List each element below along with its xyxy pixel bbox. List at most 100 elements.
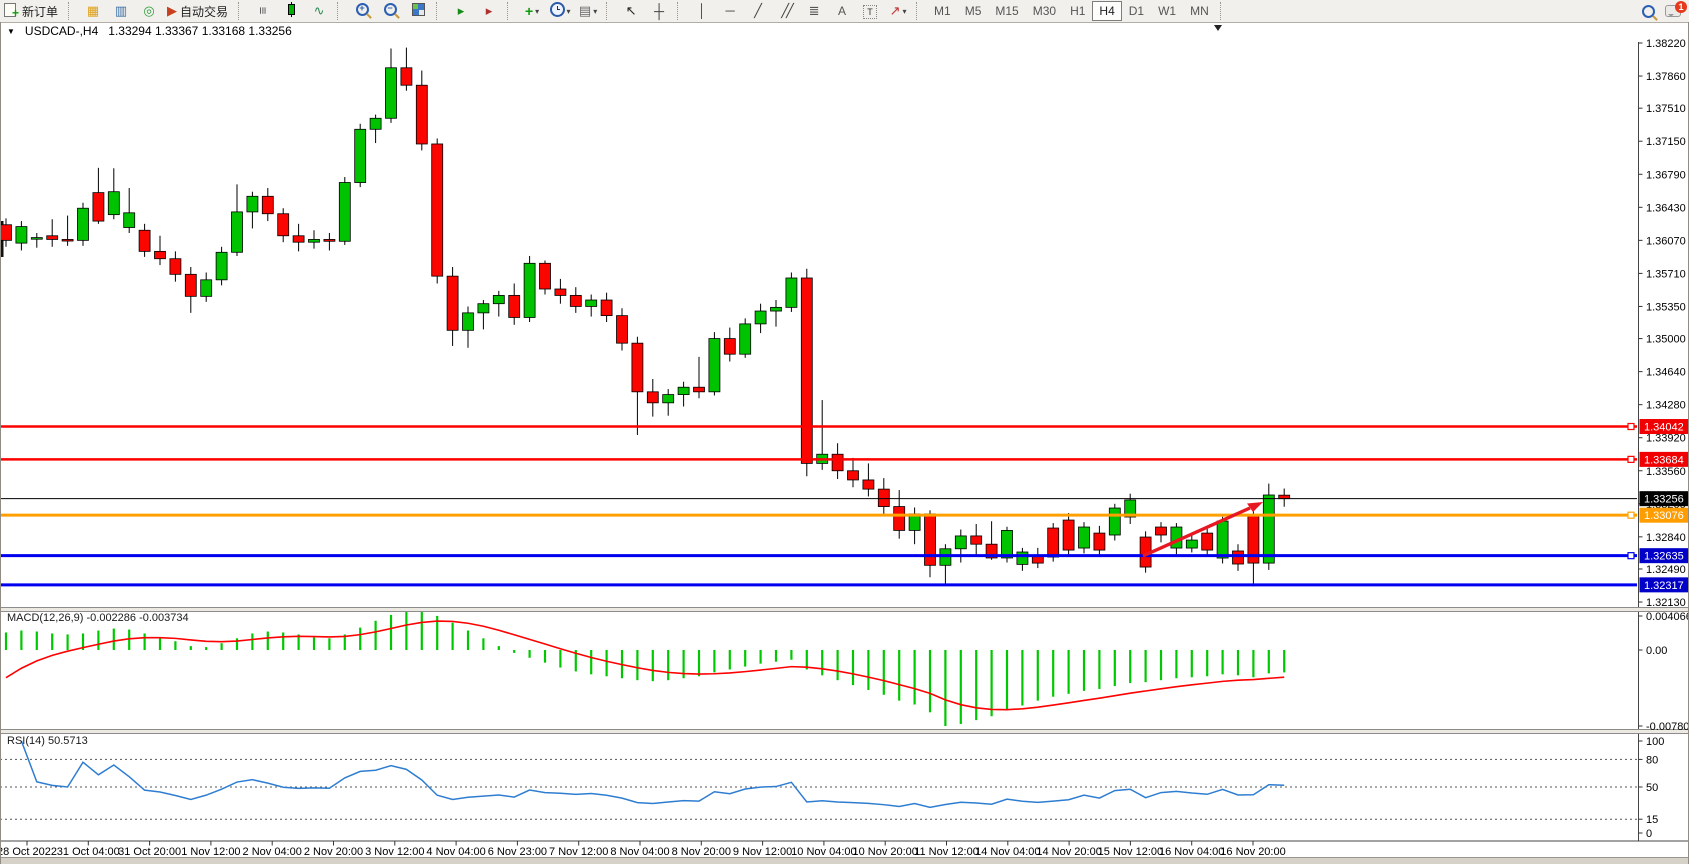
auto-trading-icon: ▶ (167, 4, 177, 18)
candle-chart-icon (288, 4, 295, 18)
candlestick-chart-button[interactable] (277, 0, 305, 22)
periods-icon (550, 2, 565, 20)
toolbar-separator (606, 2, 614, 20)
svg-text:1.35000: 1.35000 (1646, 334, 1686, 346)
svg-text:16 Nov 20:00: 16 Nov 20:00 (1220, 846, 1285, 858)
price-chart-canvas[interactable]: 1.382201.378601.375101.371501.367901.364… (0, 22, 1689, 864)
toolbar-separator (436, 2, 444, 20)
svg-text:31 Oct 20:00: 31 Oct 20:00 (118, 846, 181, 858)
navigator-icon: ◎ (143, 4, 154, 18)
horizontal-lines-layer (0, 424, 1637, 585)
data-window-button[interactable]: ▥ (107, 0, 135, 22)
timeframe-M15-button[interactable]: M15 (988, 1, 1025, 21)
zoom-out-button[interactable]: − (376, 0, 404, 22)
new-order-button[interactable]: +新订单 (0, 0, 64, 22)
svg-text:10 Nov 04:00: 10 Nov 04:00 (791, 846, 856, 858)
toolbar-button-label: 新订单 (22, 3, 58, 20)
svg-text:1.33256: 1.33256 (1644, 494, 1684, 506)
chevron-down-icon: ▾ (593, 7, 597, 16)
chart-title-bar[interactable]: ▼ USDCAD-,H4 1.33294 1.33367 1.33168 1.3… (7, 24, 292, 38)
chevron-down-icon: ▾ (902, 7, 906, 16)
chart-shift-icon: ▸ (486, 4, 493, 18)
text-button[interactable]: A (828, 0, 856, 22)
auto-trading-button[interactable]: ▶自动交易 (163, 0, 234, 22)
crosshair-button[interactable]: ┼ (645, 0, 673, 22)
horizontal-line-button[interactable]: ─ (716, 0, 744, 22)
mt4-application-window: { "toolbar": { "items": [ {"icon":"new-o… (0, 0, 1689, 864)
time-axis: 28 Oct 202231 Oct 04:0031 Oct 20:001 Nov… (0, 841, 1286, 858)
svg-text:7 Nov 12:00: 7 Nov 12:00 (549, 846, 608, 858)
svg-text:1.36790: 1.36790 (1646, 169, 1686, 181)
svg-text:6 Nov 23:00: 6 Nov 23:00 (488, 846, 547, 858)
macd-pane (6, 611, 1284, 726)
navigator-button[interactable]: ◎ (135, 0, 163, 22)
svg-text:8 Nov 20:00: 8 Nov 20:00 (672, 846, 731, 858)
rsi-indicator-label: RSI(14) 50.5713 (7, 735, 88, 747)
timeframe-W1-button[interactable]: W1 (1151, 1, 1183, 21)
svg-text:1.32490: 1.32490 (1646, 564, 1686, 576)
svg-text:0.004066: 0.004066 (1646, 611, 1689, 623)
line-chart-button[interactable]: ∿ (305, 0, 333, 22)
toolbar-separator (507, 2, 515, 20)
chart-ohlc-readout: 1.33294 1.33367 1.33168 1.33256 (108, 24, 292, 38)
zoom-in-icon: + (356, 3, 369, 19)
macd-signal-line (6, 621, 1284, 710)
trendline-button[interactable]: ╱ (744, 0, 772, 22)
arrows-button[interactable]: ↗▾ (884, 0, 912, 22)
svg-text:16 Nov 04:00: 16 Nov 04:00 (1159, 846, 1224, 858)
svg-text:1.38220: 1.38220 (1646, 38, 1686, 50)
macd-values: -0.002286 -0.003734 (86, 612, 188, 624)
cursor-button[interactable]: ↖ (617, 0, 645, 22)
timeframe-H1-button[interactable]: H1 (1063, 1, 1092, 21)
market-watch-button[interactable]: ▦ (79, 0, 107, 22)
vline-icon: │ (698, 4, 706, 18)
arrows-icon: ↗ (890, 4, 901, 18)
timeframe-M30-button[interactable]: M30 (1026, 1, 1063, 21)
timeframe-M1-button[interactable]: M1 (927, 1, 958, 21)
svg-text:1.33684: 1.33684 (1644, 454, 1684, 466)
channel-icon: ╱╱ (781, 4, 791, 18)
periods-button[interactable]: ▾ (546, 0, 574, 22)
window-left-border (0, 22, 1, 864)
text-label-button[interactable]: T (856, 0, 884, 22)
chart-root: 1.382201.378601.375101.371501.367901.364… (0, 25, 1689, 864)
timeframe-MN-button[interactable]: MN (1183, 1, 1216, 21)
svg-text:1.36430: 1.36430 (1646, 202, 1686, 214)
svg-text:50: 50 (1646, 782, 1658, 794)
svg-text:9 Nov 12:00: 9 Nov 12:00 (733, 846, 792, 858)
notification-badge: 1 (1675, 1, 1687, 13)
fibonacci-button[interactable]: ≣ (800, 0, 828, 22)
chart-symbol-period: USDCAD-,H4 (25, 24, 98, 38)
chat-icon[interactable]: 1 (1665, 5, 1681, 17)
chart-shift-marker (1214, 25, 1222, 31)
zoom-in-button[interactable]: + (348, 0, 376, 22)
auto-scroll-button[interactable]: ▸ (447, 0, 475, 22)
crosshair-icon: ┼ (654, 4, 664, 19)
chart-shift-button[interactable]: ▸ (475, 0, 503, 22)
svg-text:15 Nov 12:00: 15 Nov 12:00 (1098, 846, 1163, 858)
indicators-button[interactable]: +▾ (518, 0, 546, 22)
main-price-pane (0, 48, 1637, 587)
svg-text:3 Nov 12:00: 3 Nov 12:00 (365, 846, 424, 858)
timeframe-M5-button[interactable]: M5 (958, 1, 989, 21)
fibonacci-icon: ≣ (809, 4, 820, 18)
search-icon[interactable] (1642, 5, 1655, 18)
line-chart-icon: ∿ (314, 4, 325, 18)
svg-text:1.32317: 1.32317 (1644, 580, 1684, 592)
chart-dropdown-icon[interactable]: ▼ (7, 27, 15, 36)
tile-windows-button[interactable] (404, 0, 432, 22)
svg-text:-0.007809: -0.007809 (1646, 721, 1689, 733)
svg-text:2 Nov 04:00: 2 Nov 04:00 (243, 846, 302, 858)
svg-text:1.35350: 1.35350 (1646, 301, 1686, 313)
timeframe-D1-button[interactable]: D1 (1122, 1, 1151, 21)
timeframe-H4-button[interactable]: H4 (1092, 1, 1121, 21)
svg-text:1.33076: 1.33076 (1644, 510, 1684, 522)
svg-text:1.37150: 1.37150 (1646, 136, 1686, 148)
svg-text:0: 0 (1646, 828, 1652, 840)
data-window-icon: ▥ (115, 4, 127, 18)
bar-chart-button[interactable]: ≡ (249, 0, 277, 22)
svg-text:1.34280: 1.34280 (1646, 400, 1686, 412)
templates-button[interactable]: ▤▾ (574, 0, 602, 22)
vertical-line-button[interactable]: │ (688, 0, 716, 22)
channel-button[interactable]: ╱╱ (772, 0, 800, 22)
